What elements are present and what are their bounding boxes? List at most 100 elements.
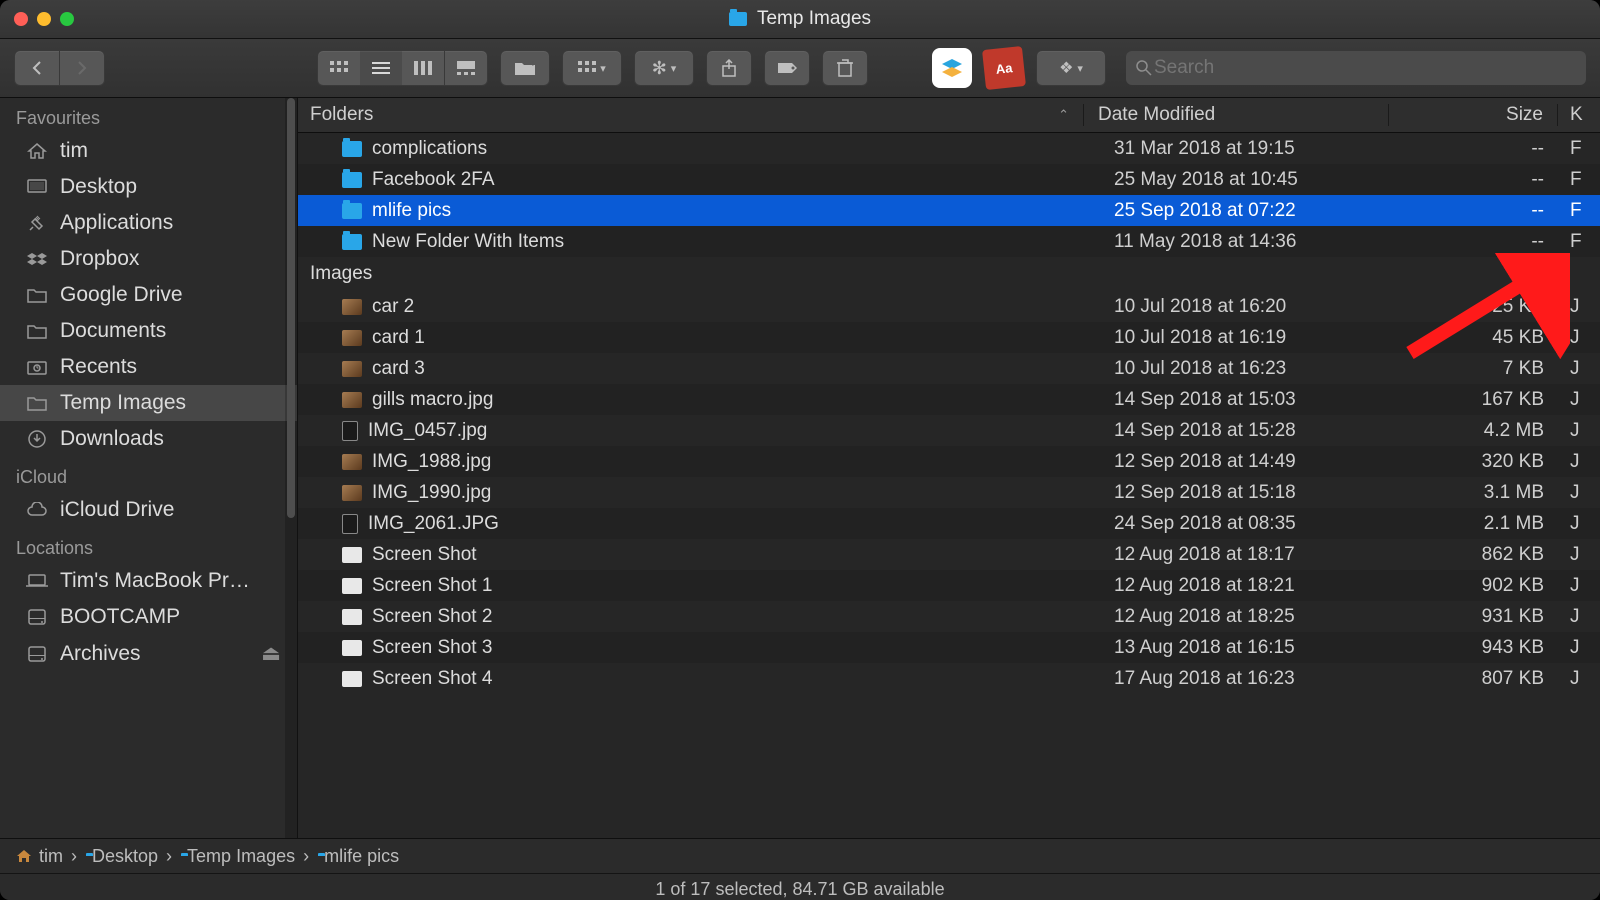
file-row[interactable]: card 110 Jul 2018 at 16:1945 KBJ <box>298 322 1600 353</box>
app-icon-1[interactable] <box>932 48 972 88</box>
search-field[interactable] <box>1126 51 1586 85</box>
sidebar-item[interactable]: Downloads <box>0 421 297 457</box>
action-button[interactable]: ✻ ▾ <box>634 50 694 86</box>
sidebar-section-header: Locations <box>0 528 297 563</box>
sidebar-item[interactable]: Documents <box>0 313 297 349</box>
group-by-button[interactable]: ▾ <box>562 50 622 86</box>
file-size: 931 KB <box>1404 606 1558 628</box>
file-row[interactable]: car 210 Jul 2018 at 16:2025 KBJ <box>298 291 1600 322</box>
file-row[interactable]: IMG_1990.jpg12 Sep 2018 at 15:183.1 MBJ <box>298 477 1600 508</box>
file-row[interactable]: Screen Shot 417 Aug 2018 at 16:23807 KBJ <box>298 663 1600 694</box>
sidebar-item-label: Archives <box>60 642 141 666</box>
file-date: 10 Jul 2018 at 16:23 <box>1100 358 1404 380</box>
dropbox-button[interactable]: ❖ ▾ <box>1036 50 1106 86</box>
recents-icon <box>26 358 48 376</box>
eject-icon[interactable]: ⏏ <box>261 641 281 666</box>
chevron-down-icon: ▾ <box>671 62 677 75</box>
sidebar-item[interactable]: Desktop <box>0 169 297 205</box>
file-row[interactable]: IMG_2061.JPG24 Sep 2018 at 08:352.1 MBJ <box>298 508 1600 539</box>
file-row[interactable]: Screen Shot 112 Aug 2018 at 18:21902 KBJ <box>298 570 1600 601</box>
sidebar-item[interactable]: Tim's MacBook Pr… <box>0 563 297 599</box>
sidebar-item[interactable]: tim <box>0 133 297 169</box>
file-kind: J <box>1558 296 1600 318</box>
file-row[interactable]: New Folder With Items11 May 2018 at 14:3… <box>298 226 1600 257</box>
breadcrumb-item[interactable]: tim <box>16 846 63 867</box>
column-date[interactable]: Date Modified <box>1083 104 1388 126</box>
status-text: 1 of 17 selected, 84.71 GB available <box>655 879 944 900</box>
sidebar-item-label: tim <box>60 139 88 163</box>
forward-button[interactable] <box>59 50 105 86</box>
icon-view-button[interactable] <box>317 50 360 86</box>
file-row[interactable]: Screen Shot 212 Aug 2018 at 18:25931 KBJ <box>298 601 1600 632</box>
file-row[interactable]: card 310 Jul 2018 at 16:237 KBJ <box>298 353 1600 384</box>
sidebar-item[interactable]: iCloud Drive <box>0 492 297 528</box>
file-date: 12 Sep 2018 at 14:49 <box>1100 451 1404 473</box>
sidebar-item[interactable]: Dropbox <box>0 241 297 277</box>
sidebar-item[interactable]: Google Drive <box>0 277 297 313</box>
close-window-button[interactable] <box>14 12 28 26</box>
trash-button[interactable] <box>822 50 868 86</box>
file-row[interactable]: IMG_0457.jpg14 Sep 2018 at 15:284.2 MBJ <box>298 415 1600 446</box>
file-row[interactable]: Facebook 2FA25 May 2018 at 10:45--F <box>298 164 1600 195</box>
file-name: card 1 <box>372 327 425 349</box>
sidebar-item-label: Desktop <box>60 175 137 199</box>
group-header[interactable]: Images <box>298 257 1600 291</box>
zoom-window-button[interactable] <box>60 12 74 26</box>
new-folder-button[interactable]: + <box>500 50 550 86</box>
file-row[interactable]: mlife pics25 Sep 2018 at 07:22--F <box>298 195 1600 226</box>
file-row[interactable]: gills macro.jpg14 Sep 2018 at 15:03167 K… <box>298 384 1600 415</box>
finder-window: Temp Images + ▾ <box>0 0 1600 900</box>
file-name: IMG_1990.jpg <box>372 482 491 504</box>
file-size: -- <box>1404 169 1558 191</box>
file-date: 12 Aug 2018 at 18:17 <box>1100 544 1404 566</box>
file-row[interactable]: complications31 Mar 2018 at 19:15--F <box>298 133 1600 164</box>
sidebar-scrollbar[interactable] <box>285 98 297 838</box>
minimize-window-button[interactable] <box>37 12 51 26</box>
sidebar-item[interactable]: Temp Images <box>0 385 297 421</box>
search-input[interactable] <box>1152 56 1576 80</box>
sidebar-item[interactable]: Applications <box>0 205 297 241</box>
sidebar-item-label: Dropbox <box>60 247 139 271</box>
breadcrumb-item[interactable]: Temp Images <box>180 846 295 867</box>
file-row[interactable]: IMG_1988.jpg12 Sep 2018 at 14:49320 KBJ <box>298 446 1600 477</box>
nav-buttons <box>14 50 105 86</box>
file-kind: J <box>1558 513 1600 535</box>
folder-icon <box>729 12 747 26</box>
path-bar: tim›Desktop›Temp Images›mlife pics <box>0 838 1600 873</box>
file-name: IMG_2061.JPG <box>368 513 499 535</box>
file-thumbnail-icon <box>342 547 362 563</box>
sidebar-item[interactable]: Archives ⏏ <box>0 635 297 672</box>
column-kind[interactable]: K <box>1557 104 1600 126</box>
view-mode-buttons <box>317 50 488 86</box>
chevron-right-icon: › <box>166 846 172 867</box>
file-name: mlife pics <box>372 200 451 222</box>
file-size: 25 KB <box>1404 296 1558 318</box>
downloads-icon <box>26 430 48 448</box>
breadcrumb-item[interactable]: Desktop <box>85 846 158 867</box>
sidebar-item[interactable]: BOOTCAMP <box>0 599 297 635</box>
column-size[interactable]: Size <box>1388 104 1557 126</box>
share-button[interactable] <box>706 50 752 86</box>
title-bar[interactable]: Temp Images <box>0 0 1600 39</box>
breadcrumb-item[interactable]: mlife pics <box>317 846 399 867</box>
svg-text:+: + <box>530 60 536 70</box>
file-row[interactable]: Screen Shot12 Aug 2018 at 18:17862 KBJ <box>298 539 1600 570</box>
list-view-button[interactable] <box>360 50 402 86</box>
sidebar-item[interactable]: Recents <box>0 349 297 385</box>
column-name[interactable]: Folders ⌃ <box>298 104 1083 126</box>
gallery-view-button[interactable] <box>444 50 488 86</box>
apps-icon <box>26 214 48 232</box>
column-view-button[interactable] <box>402 50 444 86</box>
window-title-text: Temp Images <box>757 8 871 30</box>
tags-button[interactable] <box>764 50 810 86</box>
file-size: 4.2 MB <box>1404 420 1558 442</box>
back-button[interactable] <box>14 50 59 86</box>
chevron-down-icon: ▾ <box>1077 62 1083 75</box>
file-row[interactable]: Screen Shot 313 Aug 2018 at 16:15943 KBJ <box>298 632 1600 663</box>
file-kind: J <box>1558 606 1600 628</box>
file-name: Screen Shot 4 <box>372 668 492 690</box>
dictionary-app-icon[interactable]: Aa <box>982 46 1026 90</box>
file-kind: J <box>1558 544 1600 566</box>
file-thumbnail-icon <box>342 514 358 534</box>
file-size: 3.1 MB <box>1404 482 1558 504</box>
